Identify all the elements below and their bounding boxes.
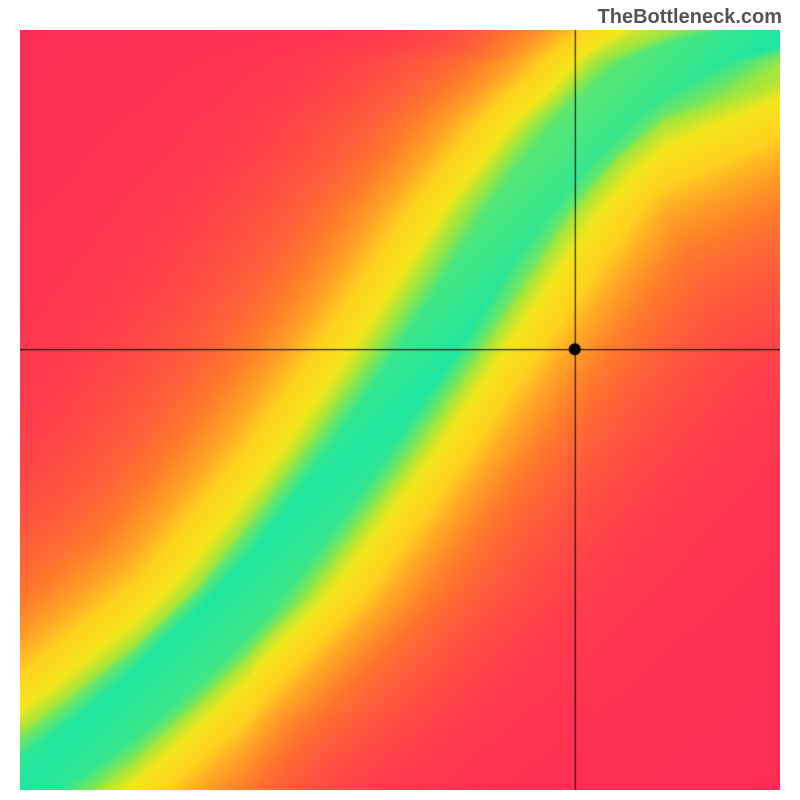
chart-container: TheBottleneck.com	[0, 0, 800, 800]
plot-area	[20, 30, 780, 790]
watermark-text: TheBottleneck.com	[598, 6, 782, 29]
heatmap-canvas	[20, 30, 780, 790]
